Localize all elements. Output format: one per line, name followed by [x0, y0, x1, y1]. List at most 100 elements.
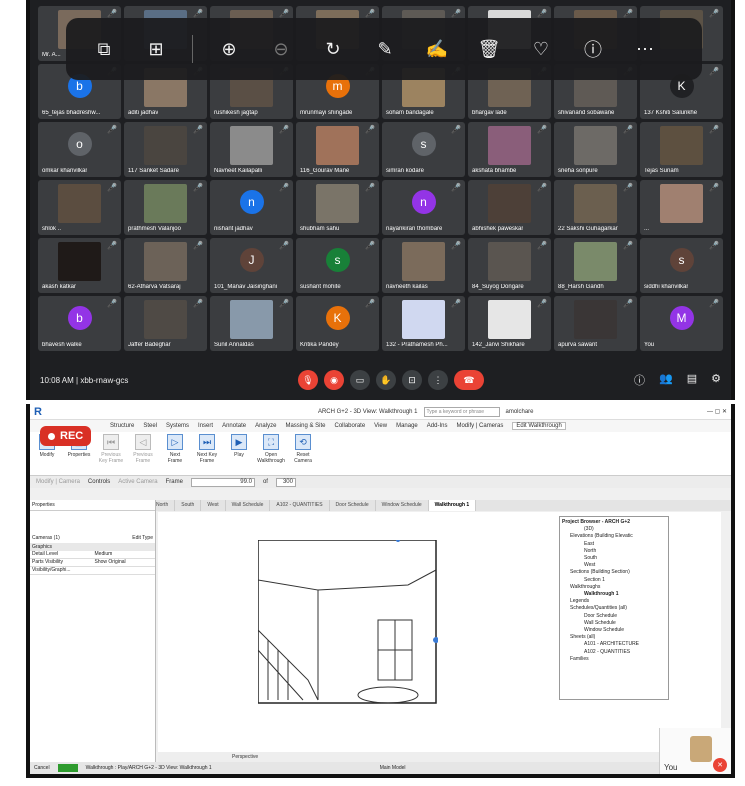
- view-tab[interactable]: West: [201, 500, 226, 511]
- participant-tile[interactable]: M 🎤 You: [640, 296, 723, 351]
- ribbon-tab[interactable]: Steel: [143, 423, 157, 429]
- ribbon-tab[interactable]: Add-Ins: [427, 423, 448, 429]
- zoom-out-icon[interactable]: ⊖: [257, 29, 305, 69]
- ribbon-tab[interactable]: Annotate: [222, 423, 246, 429]
- more-icon[interactable]: ⋯: [621, 29, 669, 69]
- participant-tile[interactable]: K 🎤 Kritika Pandey: [296, 296, 379, 351]
- zoom-in-icon[interactable]: ⊕: [205, 29, 253, 69]
- browser-item[interactable]: East: [562, 541, 666, 548]
- main-model-selector[interactable]: Main Model: [380, 765, 406, 771]
- delete-icon[interactable]: 🗑: [465, 29, 513, 69]
- rotate-icon[interactable]: ↻: [309, 29, 357, 69]
- view-tab[interactable]: Walkthrough 1: [428, 500, 477, 511]
- participant-tile[interactable]: 🎤 132 - Prathamesh Ph...: [382, 296, 465, 351]
- more-options-icon[interactable]: ⋮: [428, 370, 448, 390]
- property-row[interactable]: Parts Visibility Show Original: [30, 559, 155, 567]
- chat-icon[interactable]: ▤: [687, 372, 697, 388]
- edit-image-icon[interactable]: ✎: [361, 29, 409, 69]
- ribbon-button[interactable]: ⛶ Open Walkthrough: [257, 434, 285, 473]
- participant-tile[interactable]: 🎤 117 Sanket Sadare: [124, 122, 207, 177]
- participant-tile[interactable]: 🎤 sneha sonpure: [554, 122, 637, 177]
- view-tab[interactable]: Window Schedule: [376, 500, 429, 511]
- participant-tile[interactable]: 🎤 Tejas Sunam: [640, 122, 723, 177]
- camera-off-icon[interactable]: ◉: [324, 370, 344, 390]
- browser-item[interactable]: Section 1: [562, 577, 666, 584]
- ribbon-button[interactable]: ⟲ Reset Camera: [290, 434, 316, 473]
- info-icon[interactable]: ⓘ: [569, 29, 617, 69]
- property-row[interactable]: Detail Level Medium: [30, 551, 155, 559]
- participant-tile[interactable]: n 🎤 nayankiran thombare: [382, 180, 465, 235]
- favorite-icon[interactable]: ♡: [517, 29, 565, 69]
- ribbon-tab[interactable]: Massing & Site: [285, 423, 325, 429]
- browser-item[interactable]: Door Schedule: [562, 613, 666, 620]
- participant-tile[interactable]: 🎤 shlok ..: [38, 180, 121, 235]
- user-name[interactable]: amolchare: [506, 409, 534, 415]
- participant-tile[interactable]: 🎤 apurva sawant: [554, 296, 637, 351]
- participant-tile[interactable]: J 🎤 101_Manav Jaisinghani: [210, 238, 293, 293]
- ribbon-button[interactable]: ▶ Play: [226, 434, 252, 473]
- participant-tile[interactable]: s 🎤 siddhi khanvilkar: [640, 238, 723, 293]
- type-selector[interactable]: Cameras (1): [32, 535, 60, 541]
- browser-item[interactable]: Legends: [562, 598, 666, 605]
- view-tab[interactable]: A102 - QUANTITIES: [270, 500, 330, 511]
- draw-icon[interactable]: ✍: [413, 29, 461, 69]
- browser-item[interactable]: Elevations (Building Elevatic: [562, 533, 666, 540]
- ribbon-tab[interactable]: Insert: [198, 423, 213, 429]
- edit-type-button[interactable]: Edit Type: [132, 535, 153, 541]
- end-call-button[interactable]: ☎: [454, 370, 484, 390]
- participant-tile[interactable]: 🎤 Jaffer Badeghar: [124, 296, 207, 351]
- participant-tile[interactable]: 🎤 62-Atharva Vatsaraj: [124, 238, 207, 293]
- ribbon-tab[interactable]: Modify | Cameras: [456, 423, 503, 429]
- ribbon-tab[interactable]: View: [374, 423, 387, 429]
- ribbon-tab[interactable]: Systems: [166, 423, 189, 429]
- cancel-button[interactable]: Cancel: [34, 765, 50, 771]
- participant-tile[interactable]: 🎤 142_Janvi Shikhare: [468, 296, 551, 351]
- ribbon-tab[interactable]: Manage: [396, 423, 418, 429]
- activities-icon[interactable]: ⚙: [711, 372, 721, 388]
- frame-input[interactable]: 99.0: [190, 477, 255, 487]
- view-mode-label[interactable]: Perspective: [232, 754, 258, 760]
- browser-item[interactable]: Wall Schedule: [562, 620, 666, 627]
- participant-tile[interactable]: b 🎤 bhavesh walke: [38, 296, 121, 351]
- view-tab[interactable]: Wall Schedule: [226, 500, 271, 511]
- participant-tile[interactable]: 🎤 22 Sakshi Guhagarkar: [554, 180, 637, 235]
- browser-item[interactable]: Window Schedule: [562, 627, 666, 634]
- view-tab[interactable]: Door Schedule: [330, 500, 376, 511]
- view-tab[interactable]: South: [175, 500, 202, 511]
- browser-item[interactable]: A102 - QUANTITIES: [562, 649, 666, 656]
- ribbon-button[interactable]: ⏭ Next Key Frame: [194, 434, 220, 473]
- window-controls-icon[interactable]: — ▢ ✕: [707, 408, 727, 415]
- participant-tile[interactable]: 🎤 navneeth kailas: [382, 238, 465, 293]
- ribbon-tab[interactable]: Analyze: [255, 423, 276, 429]
- participant-tile[interactable]: 🎤...: [640, 180, 723, 235]
- browser-item[interactable]: Sections (Building Section): [562, 569, 666, 576]
- participant-tile[interactable]: 🎤 shubham sahu: [296, 180, 379, 235]
- participant-tile[interactable]: 🎤 prathmesh Valanjoo: [124, 180, 207, 235]
- participant-tile[interactable]: 🎤 Navneet Kailapalli: [210, 122, 293, 177]
- participant-tile[interactable]: 🎤 Sunil Annaldas: [210, 296, 293, 351]
- participant-tile[interactable]: 🎤 akshata bhambe: [468, 122, 551, 177]
- participant-tile[interactable]: s 🎤 sushant mohite: [296, 238, 379, 293]
- gallery-icon[interactable]: ⧉: [80, 29, 128, 69]
- participant-tile[interactable]: o 🎤 omkar khanvilkar: [38, 122, 121, 177]
- property-row[interactable]: Visibility/Graphi...: [30, 567, 155, 575]
- people-icon[interactable]: 👥: [659, 372, 673, 388]
- participant-tile[interactable]: s 🎤 simran kodare: [382, 122, 465, 177]
- collection-icon[interactable]: ⊞: [132, 29, 180, 69]
- participant-tile[interactable]: n 🎤 nishant jadhav: [210, 180, 293, 235]
- participant-tile[interactable]: 🎤 akash katkar: [38, 238, 121, 293]
- browser-item[interactable]: Schedules/Quantities (all): [562, 605, 666, 612]
- browser-item[interactable]: Walkthroughs: [562, 584, 666, 591]
- ribbon-tab[interactable]: Edit Walkthrough: [512, 422, 566, 430]
- active-camera-dropdown[interactable]: Active Camera: [118, 479, 157, 485]
- browser-item[interactable]: Walkthrough 1: [562, 591, 666, 598]
- present-icon[interactable]: ⊡: [402, 370, 422, 390]
- captions-icon[interactable]: ▭: [350, 370, 370, 390]
- meeting-details-icon[interactable]: ⓘ: [634, 372, 645, 388]
- ribbon-tab[interactable]: Structure: [110, 423, 134, 429]
- participant-tile[interactable]: 🎤 84_Suyog Dongare: [468, 238, 551, 293]
- browser-item[interactable]: North: [562, 548, 666, 555]
- participant-tile[interactable]: 🎤 116_Gourav Mane: [296, 122, 379, 177]
- mic-off-icon[interactable]: 🎙: [298, 370, 318, 390]
- raise-hand-icon[interactable]: ✋: [376, 370, 396, 390]
